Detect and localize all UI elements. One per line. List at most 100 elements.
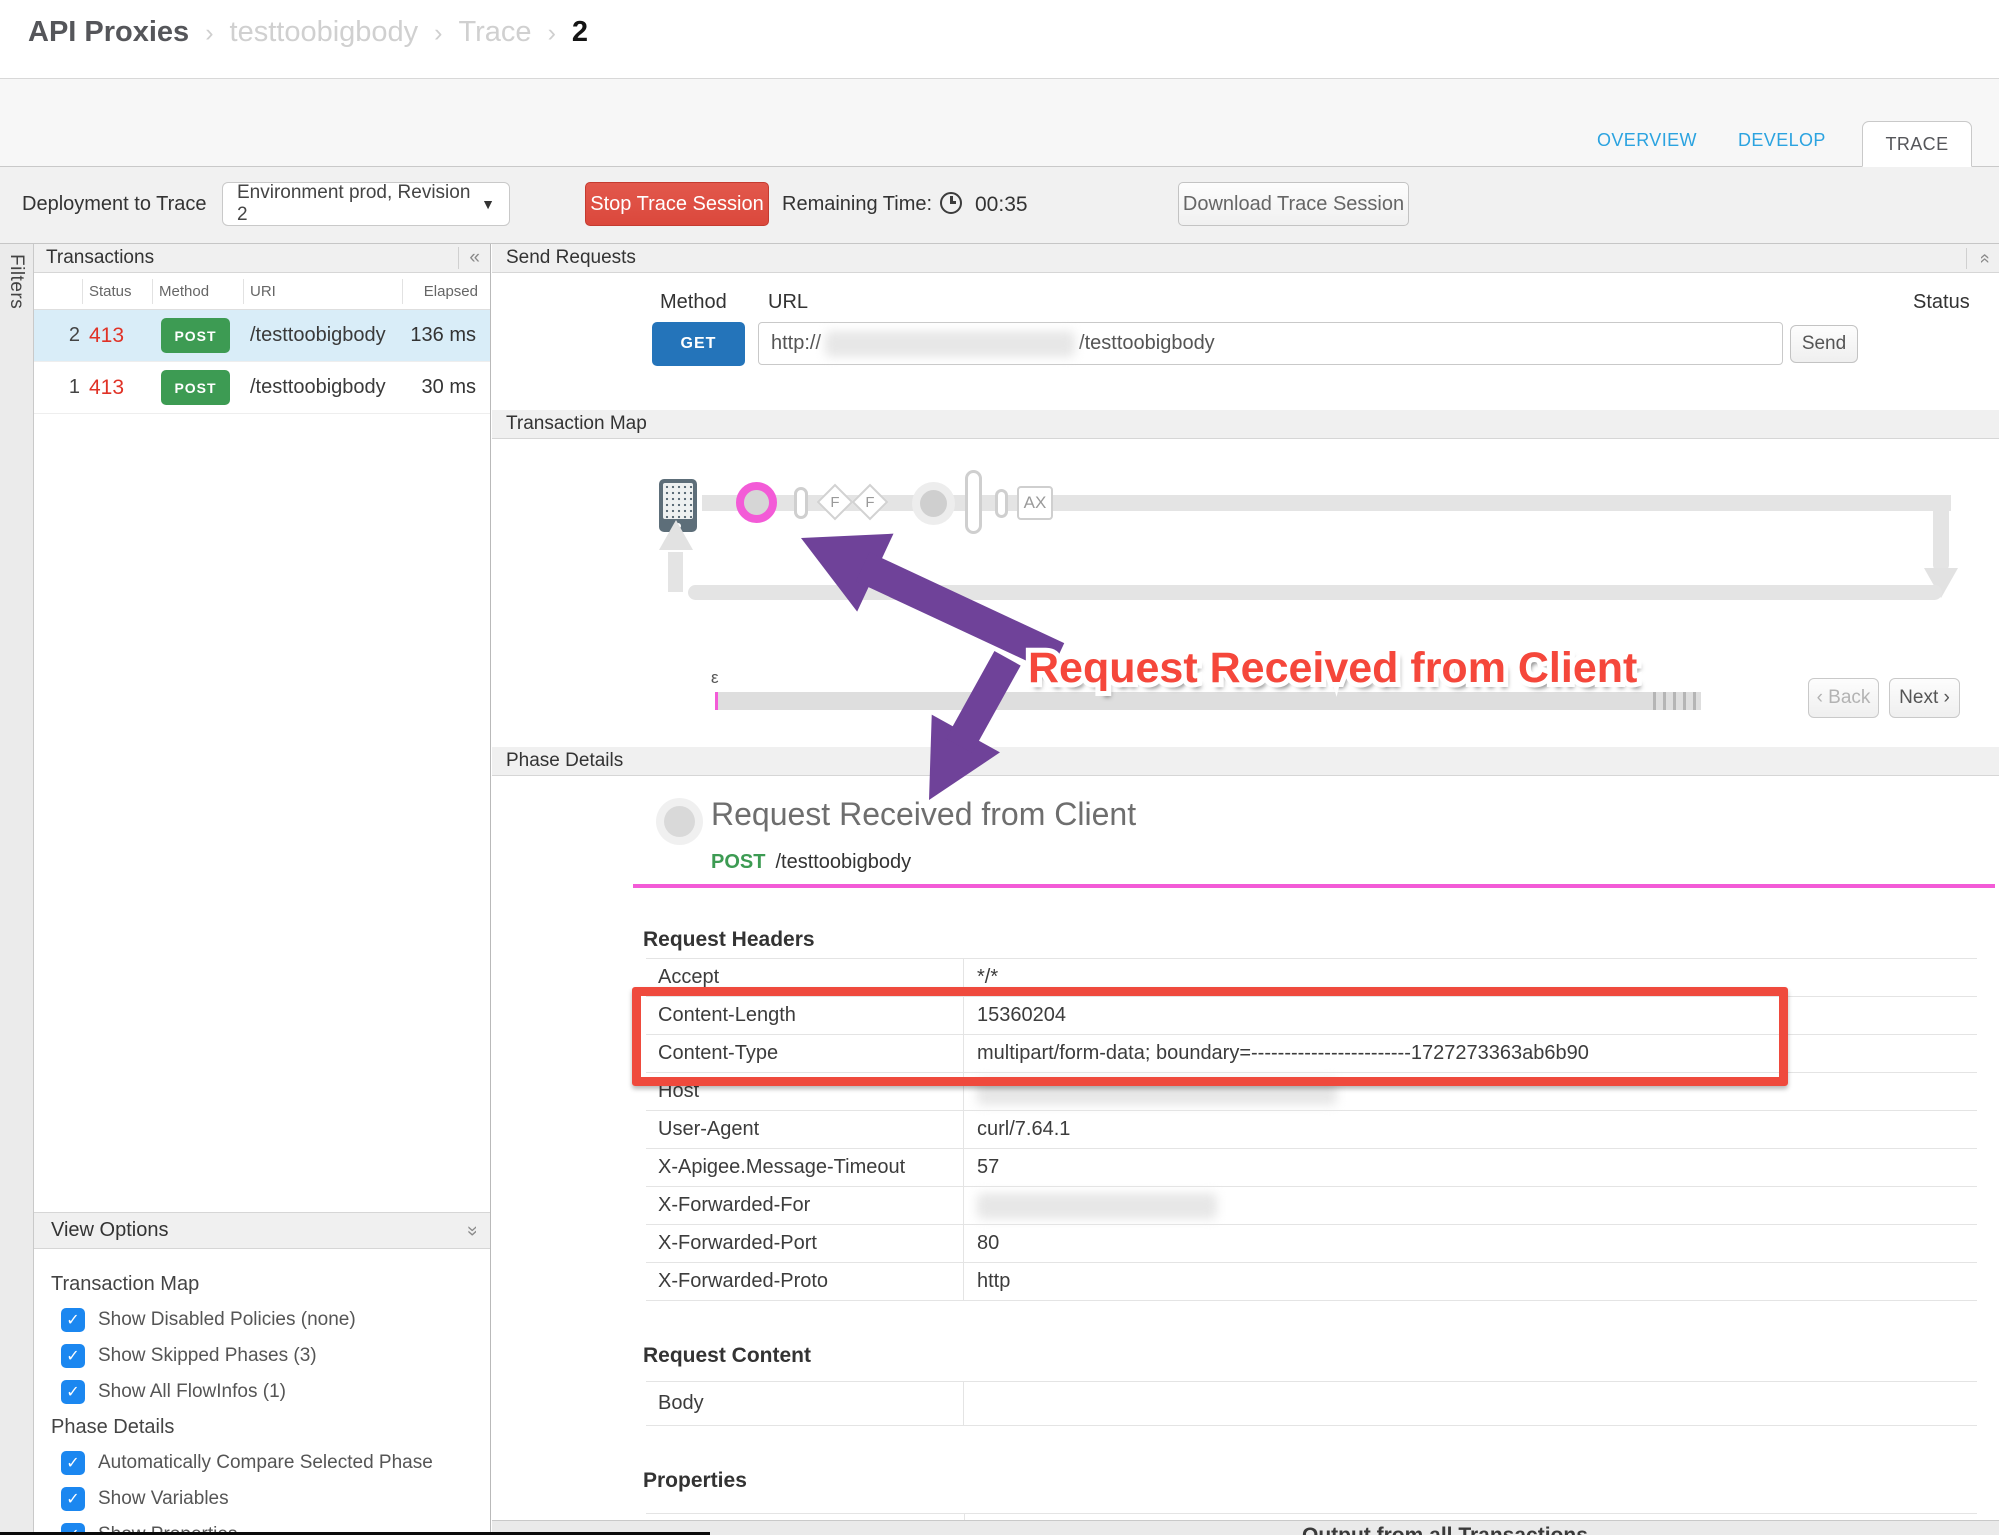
checkbox[interactable] xyxy=(61,1451,85,1475)
status-code: 413 xyxy=(89,376,124,400)
request-content-table: Body xyxy=(646,1381,1977,1426)
method-label: Method xyxy=(660,291,727,314)
chevron-right-icon: › xyxy=(205,19,213,48)
view-option[interactable]: Show Disabled Policies (none) xyxy=(61,1308,490,1332)
send-requests-title: Send Requests xyxy=(506,247,636,269)
header-value: 80 xyxy=(964,1225,1977,1262)
flow-step-icon[interactable] xyxy=(965,470,982,534)
transaction-map-canvas: F F AX ε ‹ Back Next › xyxy=(492,440,1999,747)
breadcrumb-trace[interactable]: Trace xyxy=(459,16,532,49)
status-code: 413 xyxy=(89,324,124,348)
checkbox[interactable] xyxy=(61,1308,85,1332)
request-headers-title: Request Headers xyxy=(643,928,815,952)
breadcrumb-transaction-number: 2 xyxy=(572,16,588,49)
url-label: URL xyxy=(768,291,808,314)
header-name: X-Apigee.Message-Timeout xyxy=(646,1149,964,1186)
table-row[interactable]: 1 413 POST /testtoobigbody 30 ms xyxy=(34,362,490,414)
url-input[interactable]: http:// /testtoobigbody xyxy=(758,322,1783,365)
table-row: X-Forwarded-Port 80 xyxy=(646,1225,1977,1263)
back-button[interactable]: ‹ Back xyxy=(1808,678,1879,718)
download-trace-session-button[interactable]: Download Trace Session xyxy=(1178,182,1409,226)
breadcrumb-proxy-name[interactable]: testtoobigbody xyxy=(230,16,419,49)
checkbox[interactable] xyxy=(61,1380,85,1404)
tab-overview[interactable]: OVERVIEW xyxy=(1597,130,1697,151)
flow-step-icon[interactable] xyxy=(995,489,1008,518)
phase-details-header: Phase Details xyxy=(492,747,1999,776)
view-option-label: Show All FlowInfos (1) xyxy=(98,1381,286,1403)
request-headers-table: Accept */* Content-Length 15360204 Conte… xyxy=(646,958,1977,1301)
collapse-panel-icon[interactable]: « xyxy=(458,247,480,269)
deployment-to-trace-label: Deployment to Trace xyxy=(22,193,207,216)
selected-phase-icon[interactable] xyxy=(736,482,777,523)
header-name: Content-Length xyxy=(646,997,964,1034)
header-name: X-Forwarded-Proto xyxy=(646,1263,964,1300)
stop-trace-session-button[interactable]: Stop Trace Session xyxy=(585,182,769,226)
annotation-text: Request Received from Client xyxy=(1028,644,1637,693)
output-all-transactions-label[interactable]: Output from all Transactions xyxy=(1302,1524,1588,1535)
analytics-step-icon[interactable]: AX xyxy=(1017,486,1053,520)
checkbox[interactable] xyxy=(61,1344,85,1368)
send-button[interactable]: Send xyxy=(1790,325,1858,363)
table-row[interactable]: 2 413 POST /testtoobigbody 136 ms xyxy=(34,310,490,362)
header-value: 15360204 xyxy=(964,997,1977,1034)
view-option[interactable]: Automatically Compare Selected Phase xyxy=(61,1451,490,1475)
redacted-value xyxy=(977,1079,1337,1105)
table-row: Content-Length 15360204 xyxy=(646,997,1977,1035)
column-method: Method xyxy=(159,283,209,300)
timeline-scrubber[interactable] xyxy=(715,692,1701,710)
view-options-title: View Options xyxy=(51,1219,168,1242)
table-row: Content-Type multipart/form-data; bounda… xyxy=(646,1035,1977,1073)
next-button[interactable]: Next › xyxy=(1889,678,1960,718)
view-option[interactable]: Show All FlowInfos (1) xyxy=(61,1380,490,1404)
redacted-host xyxy=(825,331,1075,357)
timeline-epsilon-label: ε xyxy=(711,668,719,688)
header-value: http xyxy=(964,1263,1977,1300)
header-value: multipart/form-data; boundary=----------… xyxy=(964,1035,1977,1072)
body-label: Body xyxy=(646,1382,964,1425)
filters-strip[interactable]: Filters xyxy=(0,244,34,1535)
column-elapsed: Elapsed xyxy=(424,283,478,300)
view-option[interactable]: Show Skipped Phases (3) xyxy=(61,1344,490,1368)
view-option[interactable]: Show Variables xyxy=(61,1487,490,1511)
clock-icon xyxy=(940,192,962,214)
breadcrumb-bar: API Proxies › testtoobigbody › Trace › 2 xyxy=(0,0,1999,79)
table-row: X-Forwarded-For xyxy=(646,1187,1977,1225)
flow-condition-icon[interactable]: F xyxy=(817,484,854,521)
column-divider xyxy=(243,279,244,304)
table-row: User-Agent curl/7.64.1 xyxy=(646,1111,1977,1149)
table-row: X-Forwarded-Proto http xyxy=(646,1263,1977,1301)
header-name: X-Forwarded-For xyxy=(646,1187,964,1224)
transaction-elapsed: 30 ms xyxy=(422,376,476,399)
tab-band: OVERVIEW DEVELOP TRACE xyxy=(0,79,1999,167)
checkbox[interactable] xyxy=(61,1487,85,1511)
trace-toolbar: Deployment to Trace Environment prod, Re… xyxy=(0,167,1999,244)
flow-step-icon[interactable] xyxy=(794,487,808,519)
deployment-select[interactable]: Environment prod, Revision 2 ▼ xyxy=(222,182,510,226)
response-flow-bar xyxy=(688,585,1942,600)
tab-develop[interactable]: DEVELOP xyxy=(1738,130,1826,151)
transaction-id: 2 xyxy=(34,324,80,347)
phase-icon[interactable] xyxy=(920,490,947,517)
collapse-down-icon[interactable]: « xyxy=(462,1226,484,1237)
method-get-button[interactable]: GET xyxy=(652,322,745,366)
up-arrow-icon xyxy=(659,520,693,550)
transactions-title: Transactions xyxy=(46,247,154,269)
table-row: Host xyxy=(646,1073,1977,1111)
request-content-title: Request Content xyxy=(643,1344,811,1368)
transaction-uri: /testtoobigbody xyxy=(250,376,386,399)
view-options-group-heading: Transaction Map xyxy=(51,1273,490,1296)
deployment-select-value: Environment prod, Revision 2 xyxy=(237,182,481,226)
phase-request-line: POST/testtoobigbody xyxy=(711,851,911,874)
status-label: Status xyxy=(1913,291,1970,314)
transaction-uri: /testtoobigbody xyxy=(250,324,386,347)
send-requests-header: Send Requests « xyxy=(492,244,1999,273)
timeline-tick xyxy=(1673,692,1676,710)
view-options-panel: View Options « Transaction Map Show Disa… xyxy=(34,1212,490,1535)
flow-condition-icon[interactable]: F xyxy=(852,484,889,521)
table-row: X-Apigee.Message-Timeout 57 xyxy=(646,1149,1977,1187)
breadcrumb-api-proxies[interactable]: API Proxies xyxy=(28,16,189,49)
body-value xyxy=(964,1382,1977,1425)
collapse-up-icon[interactable]: « xyxy=(1974,253,1995,263)
tab-trace[interactable]: TRACE xyxy=(1862,121,1972,167)
request-flow-bar xyxy=(702,495,1951,511)
